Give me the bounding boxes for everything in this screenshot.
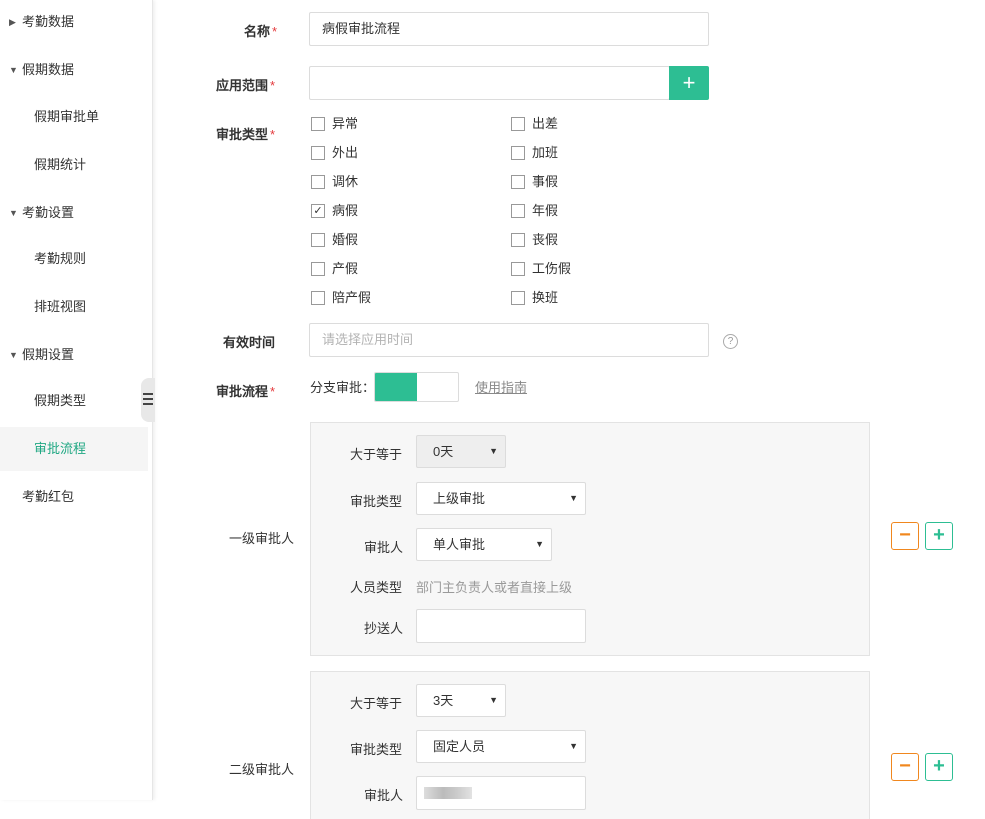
sidebar-item-shift-view[interactable]: 排班视图 (0, 285, 148, 329)
sidebar-item-leave-types[interactable]: 假期类型 (0, 379, 148, 423)
checkmark-icon: ✓ (311, 204, 325, 218)
required-mark: * (270, 384, 276, 399)
page: ▶ 考勤数据 ▼ 假期数据 假期审批单 假期统计 ▼ 考勤设置 考勤规则 排班视… (0, 0, 985, 819)
sidebar-item-label: 假期类型 (34, 393, 87, 408)
checkbox-box (511, 117, 525, 131)
caret-down-icon: ▼ (9, 350, 18, 360)
gte-label: 大于等于 (350, 447, 403, 462)
dropdown-arrow-icon: ▼ (535, 539, 544, 549)
approver-label: 审批人 (364, 788, 404, 803)
sidebar-item-leave-settings[interactable]: ▼ 假期设置 (0, 333, 148, 377)
level-1-approval-type-select[interactable]: 上级审批 ▼ (416, 482, 586, 515)
level-2-approval-type-select[interactable]: 固定人员 ▼ (416, 730, 586, 763)
level-1-days-select[interactable]: 0天 ▼ (416, 435, 506, 468)
checkbox-box (511, 291, 525, 305)
checkbox-box (311, 262, 325, 276)
sidebar-item-attendance-settings[interactable]: ▼ 考勤设置 (0, 191, 148, 235)
menu-icon (143, 393, 153, 408)
sidebar-item-label: 考勤数据 (22, 14, 75, 29)
sidebar-item-label: 考勤红包 (22, 489, 75, 504)
sidebar-item-approval-flow[interactable]: 审批流程 (0, 427, 148, 471)
level-2-remove-button[interactable]: − (891, 753, 919, 781)
sidebar: ▶ 考勤数据 ▼ 假期数据 假期审批单 假期统计 ▼ 考勤设置 考勤规则 排班视… (0, 0, 153, 800)
scope-input[interactable] (309, 66, 670, 100)
scope-label: 应用范围 * (216, 78, 276, 93)
sidebar-item-leave-approval-forms[interactable]: 假期审批单 (0, 95, 148, 139)
checkbox-box (511, 262, 525, 276)
level-1-remove-button[interactable]: − (891, 522, 919, 550)
checkbox-box (511, 233, 525, 247)
level-1-cc-input[interactable] (416, 609, 586, 643)
level-2-title: 二级审批人 (229, 762, 295, 777)
sidebar-item-label: 假期数据 (22, 62, 75, 77)
dropdown-arrow-icon: ▼ (489, 446, 498, 456)
required-mark: * (272, 24, 278, 39)
checkbox-box (311, 146, 325, 160)
name-input[interactable]: 病假审批流程 (309, 12, 709, 46)
checkbox-box (311, 233, 325, 247)
sidebar-item-leave-statistics[interactable]: 假期统计 (0, 143, 148, 187)
sidebar-collapse-handle[interactable] (141, 378, 155, 422)
sidebar-item-label: 考勤设置 (22, 205, 75, 220)
sidebar-item-label: 排班视图 (34, 299, 87, 314)
dropdown-arrow-icon: ▼ (569, 493, 578, 503)
redacted-approver-name (424, 787, 472, 799)
checkbox-box (511, 146, 525, 160)
branch-approval-label: 分支审批： (310, 380, 376, 395)
person-type-value: 部门主负责人或者直接上级 (416, 580, 573, 595)
level-1-add-button[interactable]: + (925, 522, 953, 550)
approval-type-field-label: 审批类型 (350, 494, 403, 509)
sidebar-item-attendance-rules[interactable]: 考勤规则 (0, 237, 148, 281)
gte-label: 大于等于 (350, 696, 403, 711)
approval-type-field-label: 审批类型 (350, 742, 403, 757)
caret-down-icon: ▼ (9, 65, 18, 75)
caret-down-icon: ▼ (9, 208, 18, 218)
level-2-days-select[interactable]: 3天 ▼ (416, 684, 506, 717)
sidebar-item-label: 假期设置 (22, 347, 75, 362)
sidebar-item-label: 假期审批单 (34, 109, 100, 124)
valid-time-input[interactable]: 请选择应用时间 (309, 323, 709, 357)
checkbox-box (311, 291, 325, 305)
approval-type-label: 审批类型 * (216, 127, 276, 142)
caret-right-icon: ▶ (9, 17, 16, 27)
level-1-approver-select[interactable]: 单人审批 ▼ (416, 528, 552, 561)
checkbox-box (311, 175, 325, 189)
sidebar-item-label: 假期统计 (34, 157, 87, 172)
name-label: 名称 * (244, 24, 278, 39)
sidebar-item-attendance-data[interactable]: ▶ 考勤数据 (0, 0, 148, 44)
usage-guide-link[interactable]: 使用指南 (475, 377, 527, 396)
approver-label: 审批人 (364, 540, 404, 555)
required-mark: * (270, 78, 276, 93)
checkbox-box (511, 204, 525, 218)
level-2-add-button[interactable]: + (925, 753, 953, 781)
sidebar-item-label: 审批流程 (34, 441, 87, 456)
sidebar-item-label: 考勤规则 (34, 251, 87, 266)
sidebar-item-leave-data[interactable]: ▼ 假期数据 (0, 48, 148, 92)
level-1-title: 一级审批人 (229, 531, 295, 546)
checkbox-box (511, 175, 525, 189)
cc-label: 抄送人 (364, 621, 404, 636)
valid-time-label: 有效时间 (223, 335, 276, 350)
approval-flow-label: 审批流程 * (216, 384, 276, 399)
branch-approval-toggle[interactable] (374, 372, 459, 402)
required-mark: * (270, 127, 276, 142)
dropdown-arrow-icon: ▼ (489, 695, 498, 705)
toggle-on-indicator (375, 373, 417, 401)
sidebar-item-attendance-red-packet[interactable]: 考勤红包 (0, 475, 148, 519)
help-icon[interactable]: ? (723, 334, 738, 349)
checkbox-box (311, 117, 325, 131)
person-type-label: 人员类型 (350, 580, 403, 595)
dropdown-arrow-icon: ▼ (569, 741, 578, 751)
scope-add-button[interactable]: + (669, 66, 709, 100)
